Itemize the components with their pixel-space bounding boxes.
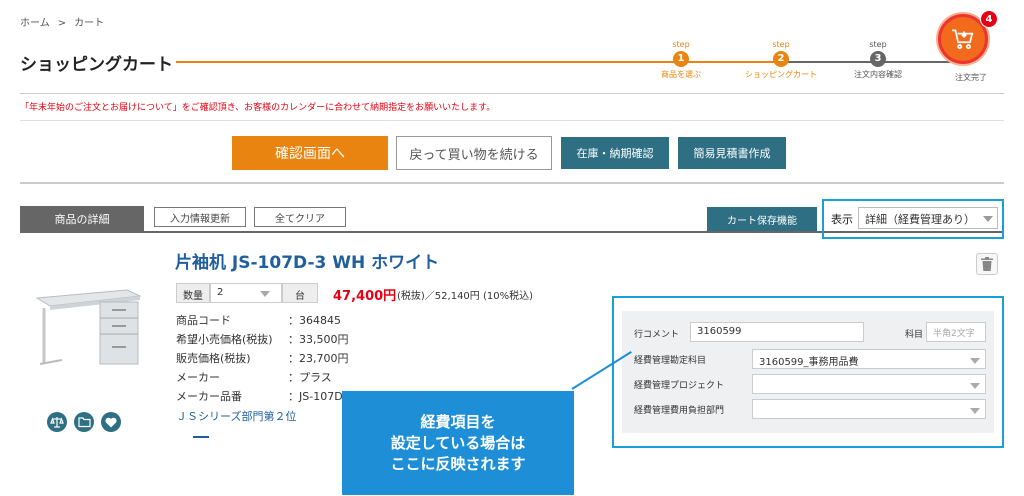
- cart-icon: [952, 29, 974, 50]
- step-number: 2: [773, 51, 789, 67]
- step-name: 商品を選ぶ: [661, 70, 701, 79]
- product-info-table: 商品コード ：364845 希望小売価格(税抜) ：33,500円 販売価格(税抜)…: [176, 310, 349, 405]
- divider: [20, 120, 1004, 121]
- desk-product-image[interactable]: [32, 280, 142, 380]
- info-key: メーカー品番: [176, 389, 242, 403]
- favorite-button[interactable]: [101, 412, 121, 432]
- info-value: ：364845: [288, 313, 341, 327]
- info-row: 販売価格(税抜) ：23,700円: [176, 348, 349, 367]
- info-key: メーカー: [176, 370, 220, 384]
- ranking-underline: [193, 436, 209, 438]
- chevron-down-icon: [970, 383, 980, 389]
- price-excl-tax: 47,400円: [333, 289, 397, 304]
- scale-icon: [50, 417, 64, 428]
- info-value: ：プラス: [288, 370, 332, 384]
- stock-check-button[interactable]: 在庫・納期確認: [561, 137, 669, 169]
- quantity-label: 数量: [176, 283, 210, 303]
- project-label: 経費管理プロジェクト: [634, 381, 725, 391]
- compare-button[interactable]: [47, 412, 67, 432]
- info-row: 希望小売価格(税抜) ：33,500円: [176, 329, 349, 348]
- step-label: step: [672, 40, 690, 49]
- info-key: 販売価格(税抜): [176, 351, 251, 365]
- subject-label: 科目: [905, 330, 924, 340]
- divider: [20, 93, 1004, 94]
- breadcrumb-separator: >: [57, 18, 67, 29]
- tab-product-detail[interactable]: 商品の詳細: [20, 206, 144, 232]
- info-value: ：23,700円: [288, 351, 349, 365]
- subject-input[interactable]: 半角2文字: [926, 322, 986, 342]
- step-1: step 1 商品を選ぶ: [641, 40, 721, 80]
- row-comment-input[interactable]: 3160599: [690, 322, 864, 342]
- info-value: ：JS-107D: [288, 389, 343, 403]
- chevron-down-icon: [260, 291, 270, 297]
- step-number: 3: [870, 51, 886, 67]
- info-key: 希望小売価格(税抜): [176, 332, 273, 346]
- project-select[interactable]: [752, 374, 986, 394]
- divider: [20, 182, 1004, 184]
- breadcrumb: ホーム > カート: [20, 14, 104, 29]
- display-select[interactable]: 詳細（経費管理あり）: [858, 207, 998, 229]
- display-value: 詳細（経費管理あり）: [865, 213, 975, 226]
- info-value: ：33,500円: [288, 332, 349, 346]
- product-icon-row: [47, 412, 121, 432]
- quantity-value: 2: [217, 287, 224, 298]
- save-cart-button[interactable]: カート保存機能: [707, 207, 817, 231]
- callout-line-3: ここに反映されます: [390, 454, 526, 473]
- callout-line-1: 経費項目を: [420, 412, 496, 431]
- dept-label: 経費管理費用負担部門: [634, 406, 725, 416]
- step-number: 1: [673, 51, 689, 67]
- breadcrumb-home[interactable]: ホーム: [20, 18, 50, 29]
- notice-text: 「年末年始のご注文とお届けについて」をご確認頂き、お客様のカレンダーに合わせて納…: [20, 103, 496, 113]
- continue-shopping-button[interactable]: 戻って買い物を続ける: [396, 136, 552, 170]
- info-key: 商品コード: [176, 313, 231, 327]
- confirm-button[interactable]: 確認画面へ: [232, 136, 388, 170]
- step-name: ショッピングカート: [745, 70, 817, 79]
- breadcrumb-current: カート: [74, 18, 105, 29]
- chevron-down-icon: [983, 216, 993, 222]
- row-comment-label: 行コメント: [634, 330, 680, 340]
- info-row: メーカー ：プラス: [176, 367, 349, 386]
- product-title[interactable]: 片袖机 JS-107D-3 WH ホワイト: [175, 248, 439, 273]
- callout-box: 経費項目を 設定している場合は ここに反映されます: [342, 391, 574, 495]
- delete-button[interactable]: [976, 253, 998, 275]
- info-row: メーカー品番 ：JS-107D: [176, 386, 349, 405]
- step-final-name: 注文完了: [955, 73, 987, 82]
- callout-line-2: 設定している場合は: [390, 433, 526, 452]
- display-label: 表示: [831, 213, 853, 226]
- info-row: 商品コード ：364845: [176, 310, 349, 329]
- chevron-down-icon: [970, 358, 980, 364]
- chevron-down-icon: [970, 408, 980, 414]
- trash-icon: [981, 257, 993, 271]
- step-label: step: [869, 40, 887, 49]
- page-title: ショッピングカート: [20, 55, 173, 75]
- clear-all-button[interactable]: 全てクリア: [254, 207, 346, 227]
- step-name: 注文内容確認: [854, 70, 902, 79]
- step-2: step 2 ショッピングカート: [741, 40, 821, 80]
- folder-icon: [77, 417, 91, 428]
- dept-select[interactable]: [752, 399, 986, 419]
- account-select[interactable]: 3160599_事務用品費: [752, 349, 986, 369]
- step-3: step 3 注文内容確認: [838, 40, 918, 80]
- ranking-link[interactable]: ＪＳシリーズ部門第２位: [176, 408, 296, 424]
- quantity-unit: 台: [282, 283, 318, 303]
- progress-line-done: [176, 61, 682, 63]
- folder-button[interactable]: [74, 412, 94, 432]
- update-info-button[interactable]: 入力情報更新: [154, 207, 246, 227]
- account-label: 経費管理勘定科目: [634, 356, 707, 366]
- quantity-select[interactable]: 2: [210, 283, 282, 303]
- quote-button[interactable]: 簡易見積書作成: [678, 137, 786, 169]
- heart-icon: [105, 417, 117, 427]
- step-label: step: [772, 40, 790, 49]
- price-detail: (税抜)／52,140円 (10%税込): [397, 291, 534, 302]
- cart-count-badge: 4: [980, 10, 998, 28]
